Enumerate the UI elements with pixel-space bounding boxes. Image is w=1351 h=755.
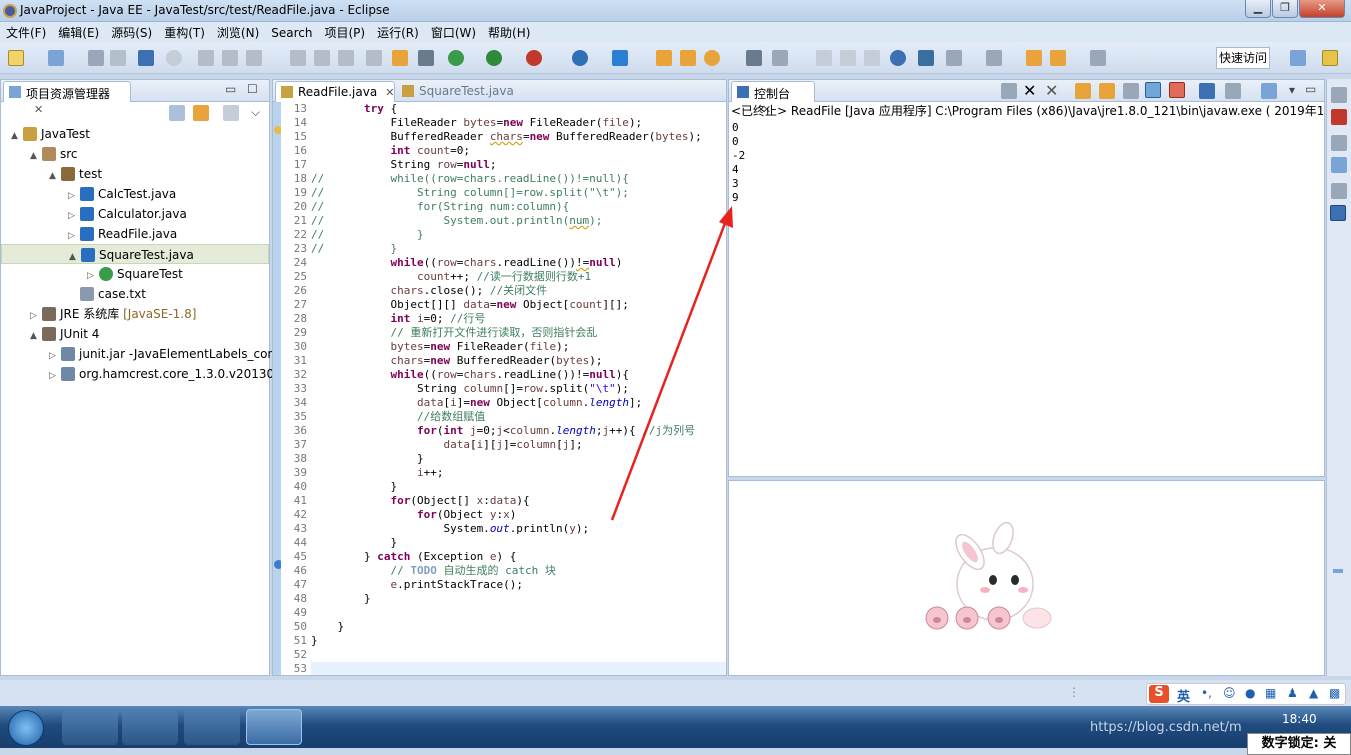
eclipse-taskbar-icon[interactable]	[246, 709, 302, 745]
tools-icon[interactable]: ▩	[1329, 686, 1340, 700]
sogou-icon[interactable]: S	[1149, 685, 1169, 703]
voice-icon[interactable]: ●	[1245, 686, 1255, 700]
num-lock-status: 数字锁定: 关	[1247, 733, 1351, 755]
chrome-icon[interactable]	[184, 709, 240, 745]
user-icon[interactable]: ♟	[1287, 686, 1298, 700]
ime-language[interactable]: 英	[1177, 686, 1190, 705]
system-clock[interactable]: 18:40	[1282, 712, 1317, 726]
file-explorer-icon[interactable]	[122, 709, 178, 745]
skin-icon[interactable]: ▲	[1309, 686, 1318, 700]
start-button[interactable]	[8, 710, 44, 746]
windows-taskbar: https://blog.csdn.net/m 18:40 数字锁定: 关	[0, 706, 1351, 755]
status-bar: ⋮ S 英 •, ☺ ● ▦ ♟ ▲ ▩	[0, 680, 1351, 706]
csdn-watermark: https://blog.csdn.net/m	[1090, 720, 1242, 735]
keyboard-icon[interactable]: ▦	[1265, 686, 1276, 700]
status-separator: ⋮	[1068, 685, 1080, 699]
internet-explorer-icon[interactable]	[62, 709, 118, 745]
punctuation-icon[interactable]: •,	[1201, 686, 1212, 700]
ime-toolbar: S 英 •, ☺ ● ▦ ♟ ▲ ▩	[1146, 683, 1346, 705]
emoji-icon[interactable]: ☺	[1223, 686, 1236, 700]
red-annotation-arrow	[610, 206, 733, 521]
